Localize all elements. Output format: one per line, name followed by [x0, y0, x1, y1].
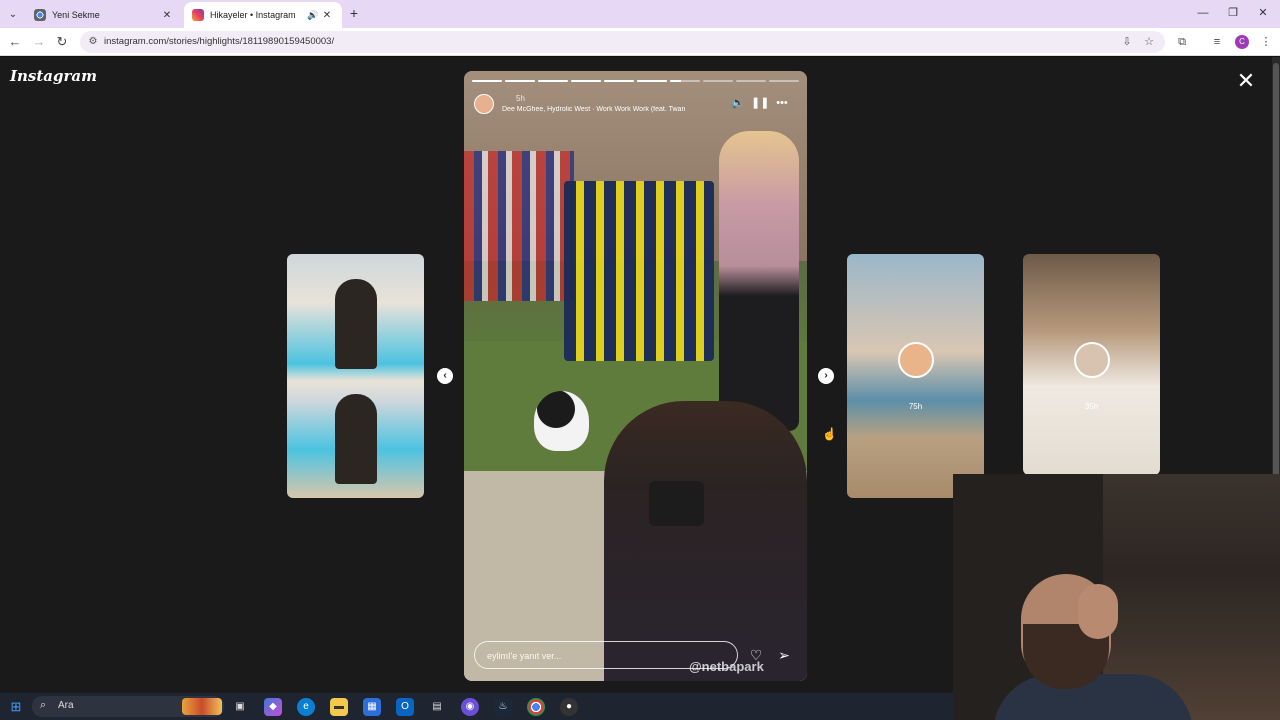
instagram-icon: [192, 9, 204, 21]
close-tab-icon[interactable]: ✕: [160, 10, 174, 21]
mouse-cursor-icon: ☝: [822, 427, 837, 441]
active-story[interactable]: 5h Dee McGhee, Hydrolic West · Work Work…: [464, 71, 807, 681]
progress-segment: [637, 80, 667, 82]
story-timestamp: 5h: [516, 94, 525, 103]
install-app-icon[interactable]: ⇩: [1120, 35, 1134, 49]
windows-taskbar: ⊞ ⌕ Ara ▣ ◆ e ▬ ▦ O ▤ ◉ ♨ ●: [0, 693, 953, 720]
task-view-icon[interactable]: ▣: [231, 698, 249, 716]
close-stories-icon[interactable]: ✕: [1234, 69, 1258, 93]
more-options-icon[interactable]: •••: [774, 95, 790, 111]
watermark-text: @netbapark: [689, 659, 764, 674]
pause-icon[interactable]: ❚❚: [751, 95, 769, 111]
browser-toolbar: ← → ↻ ⚙ instagram.com/stories/highlights…: [0, 28, 1280, 56]
window-close-icon[interactable]: ✕: [1252, 4, 1274, 22]
story-preview-image: [335, 279, 377, 369]
store-icon[interactable]: ▦: [363, 698, 381, 716]
progress-segment: [769, 80, 799, 82]
profile-avatar[interactable]: C: [1235, 35, 1249, 49]
taskbar-search[interactable]: ⌕ Ara: [32, 696, 224, 717]
app-icon[interactable]: ▤: [428, 698, 446, 716]
progress-segment: [604, 80, 634, 82]
story-preview-image: [335, 394, 377, 484]
progress-segment: [571, 80, 601, 82]
close-tab-icon[interactable]: ✕: [320, 10, 334, 21]
menu-icon[interactable]: ⋮: [1258, 34, 1274, 50]
url-text[interactable]: instagram.com/stories/highlights/1811989…: [104, 35, 334, 49]
photographer-image: [604, 401, 807, 681]
back-icon[interactable]: ←: [6, 33, 24, 51]
media-control-icon[interactable]: ≡: [1209, 34, 1225, 50]
progress-segment: [670, 80, 700, 82]
chrome-icon: [34, 9, 46, 21]
progress-segment: [736, 80, 766, 82]
instagram-logo[interactable]: Instagram: [10, 67, 97, 85]
search-label: Ara: [58, 700, 74, 711]
camera-image: [649, 481, 704, 526]
tab-search-button[interactable]: ⌄: [4, 5, 22, 23]
bookmark-star-icon[interactable]: ☆: [1142, 35, 1156, 49]
webcam-overlay: [953, 474, 1280, 720]
avatar: [1073, 342, 1110, 378]
cat-image: [534, 391, 589, 451]
search-icon: ⌕: [40, 699, 47, 711]
restore-icon[interactable]: ❐: [1222, 4, 1244, 22]
story-timestamp: 35h: [1084, 402, 1099, 411]
search-highlight-image: [182, 698, 222, 715]
person-image: [719, 131, 799, 431]
previous-arrow-icon[interactable]: ‹: [437, 368, 453, 384]
progress-segment: [505, 80, 535, 82]
outlook-icon[interactable]: O: [396, 698, 414, 716]
tab-strip: ⌄ Yeni Sekme ✕ Hikayeler • Instagram 🔊 ✕…: [0, 0, 1280, 28]
story-timestamp: 75h: [908, 402, 923, 411]
extensions-icon[interactable]: ⧉: [1174, 34, 1190, 50]
obs-icon[interactable]: ●: [560, 698, 578, 716]
send-icon[interactable]: ➢: [774, 645, 794, 665]
next-arrow-icon[interactable]: ›: [818, 368, 834, 384]
story-header: 5h Dee McGhee, Hydrolic West · Work Work…: [474, 93, 799, 123]
story-progress-bar: [472, 80, 799, 82]
minimize-icon[interactable]: —: [1192, 4, 1214, 22]
next-story-card[interactable]: 75h: [847, 254, 984, 498]
reload-icon[interactable]: ↻: [53, 33, 71, 51]
copilot-icon[interactable]: ◆: [264, 698, 282, 716]
progress-segment: [538, 80, 568, 82]
jersey-rack-image: [564, 181, 714, 361]
chrome-icon[interactable]: [527, 698, 545, 716]
file-explorer-icon[interactable]: ▬: [330, 698, 348, 716]
edge-icon[interactable]: e: [297, 698, 315, 716]
avatar: [897, 342, 934, 378]
steam-icon[interactable]: ♨: [494, 698, 512, 716]
site-info-icon[interactable]: ⚙: [86, 35, 100, 49]
messenger-icon[interactable]: ◉: [461, 698, 479, 716]
volume-icon[interactable]: 🔈: [730, 95, 746, 111]
progress-segment: [472, 80, 502, 82]
speaker-icon[interactable]: 🔊: [306, 10, 320, 21]
music-label[interactable]: Dee McGhee, Hydrolic West · Work Work Wo…: [502, 106, 732, 113]
tab-title: Hikayeler • Instagram: [210, 10, 296, 20]
tab-new-tab[interactable]: Yeni Sekme ✕: [26, 2, 182, 28]
address-bar[interactable]: ⚙ instagram.com/stories/highlights/18119…: [80, 31, 1165, 53]
tab-instagram[interactable]: Hikayeler • Instagram 🔊 ✕: [184, 2, 342, 28]
next-story-card[interactable]: 35h: [1023, 254, 1160, 475]
new-tab-button[interactable]: +: [346, 5, 362, 21]
progress-segment: [703, 80, 733, 82]
previous-story-card[interactable]: [287, 254, 424, 498]
avatar[interactable]: [474, 94, 494, 114]
forward-icon[interactable]: →: [30, 33, 48, 51]
windows-start-icon[interactable]: ⊞: [8, 699, 24, 715]
tab-title: Yeni Sekme: [52, 10, 100, 20]
